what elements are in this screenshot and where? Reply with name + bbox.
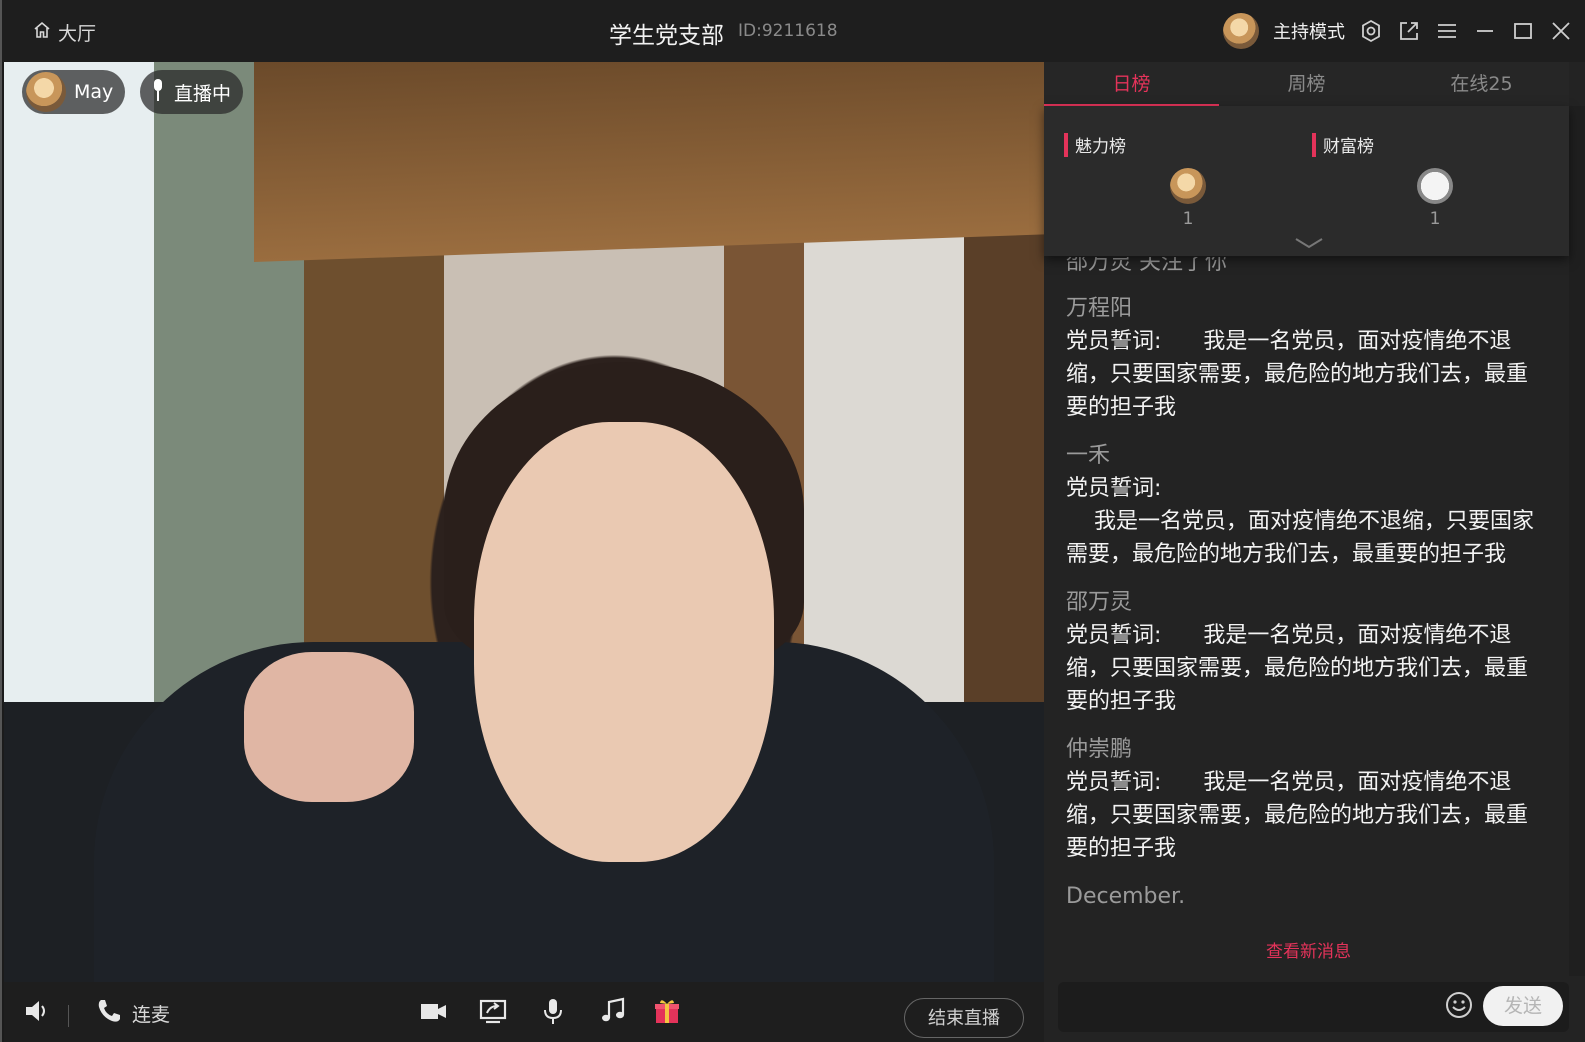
live-status: 直播中 bbox=[174, 82, 232, 105]
minimize-icon[interactable] bbox=[1473, 19, 1497, 43]
charm-ranking-title: 魅力榜 bbox=[1064, 132, 1126, 157]
ranking-tabs: 日榜 周榜 在线25 bbox=[1044, 62, 1569, 106]
system-notice: 邵万灵 关注了你 bbox=[1066, 257, 1227, 275]
list-item: 万程阳 党员誓词: 我是一名党员，面对疫情绝不退缩，只要国家需要，最危险的地方我… bbox=[1044, 293, 1569, 424]
list-item: December. bbox=[1044, 881, 1569, 913]
microphone-icon bbox=[150, 77, 166, 108]
music-note-icon bbox=[598, 996, 628, 1031]
microphone-button[interactable] bbox=[538, 996, 568, 1031]
popout-icon[interactable] bbox=[1397, 19, 1421, 43]
scrollbar[interactable] bbox=[1569, 106, 1585, 976]
message-sender: 邵万灵 bbox=[1066, 590, 1133, 615]
video-fist bbox=[244, 652, 414, 802]
charm-user-avatar bbox=[1170, 168, 1206, 204]
message-sender: December. bbox=[1066, 884, 1186, 909]
host-name: May bbox=[74, 81, 114, 103]
host-mode-label[interactable]: 主持模式 bbox=[1273, 18, 1345, 44]
charm-top-user[interactable]: 1 bbox=[1168, 168, 1208, 229]
gift-button[interactable] bbox=[652, 996, 682, 1031]
video-face bbox=[474, 422, 774, 862]
screen-share-icon bbox=[478, 996, 508, 1031]
host-avatar bbox=[26, 72, 66, 112]
message-text: 党员誓词: 我是一名党员，面对疫情绝不退缩，只要国家需要，最危险的地方我们去，最… bbox=[1066, 329, 1529, 420]
host-chip[interactable]: May bbox=[22, 70, 126, 114]
home-icon bbox=[32, 20, 52, 45]
user-avatar[interactable] bbox=[1223, 13, 1259, 49]
title-bar-controls: 主持模式 bbox=[1223, 12, 1573, 50]
speaker-icon bbox=[22, 996, 52, 1031]
chat-list: 邵万灵 关注了你 万程阳 党员誓词: 我是一名党员，面对疫情绝不退缩，只要国家需… bbox=[1044, 257, 1569, 937]
music-button[interactable] bbox=[598, 996, 628, 1031]
hall-label: 大厅 bbox=[58, 23, 97, 45]
hall-button[interactable]: 大厅 bbox=[32, 19, 96, 46]
room-id: ID:9211618 bbox=[738, 21, 838, 41]
toolbar-divider bbox=[68, 1005, 69, 1027]
send-button[interactable]: 发送 bbox=[1483, 986, 1563, 1026]
gift-icon bbox=[652, 996, 682, 1031]
room-title: 学生党支部 bbox=[609, 23, 724, 49]
live-video: May 直播中 bbox=[4, 62, 1044, 982]
message-sender: 一禾 bbox=[1066, 443, 1111, 468]
list-item: 仲崇鹏 党员誓词: 我是一名党员，面对疫情绝不退缩，只要国家需要，最危险的地方我… bbox=[1044, 734, 1569, 865]
emoji-icon[interactable] bbox=[1444, 990, 1474, 1020]
app-window: 大厅 学生党支部 ID:9211618 主持模式 May 直播中 连麦 结束直播… bbox=[0, 0, 1585, 1042]
message-text: 党员誓词: 我是一名党员，面对疫情绝不退缩，只要国家需要，最危险的地方我们去，最… bbox=[1066, 770, 1529, 861]
phone-icon bbox=[94, 996, 124, 1031]
message-text: 党员誓词: 我是一名党员，面对疫情绝不退缩，只要国家需要，最危险的地方我们去，最… bbox=[1066, 476, 1534, 567]
settings-icon[interactable] bbox=[1359, 19, 1383, 43]
list-item: 邵万灵 关注了你 bbox=[1044, 257, 1569, 279]
title-bar: 大厅 学生党支部 ID:9211618 主持模式 bbox=[2, 0, 1585, 62]
menu-icon[interactable] bbox=[1435, 19, 1459, 43]
charm-count: 1 bbox=[1182, 209, 1194, 229]
list-item: 一禾 党员誓词: 我是一名党员，面对疫情绝不退缩，只要国家需要，最危险的地方我们… bbox=[1044, 440, 1569, 571]
camera-icon bbox=[418, 996, 448, 1031]
maximize-icon[interactable] bbox=[1511, 19, 1535, 43]
ranking-panel: 魅力榜 财富榜 1 1 bbox=[1044, 106, 1569, 256]
wealth-ranking-title: 财富榜 bbox=[1312, 132, 1374, 157]
volume-button[interactable] bbox=[22, 996, 52, 1031]
message-text: 党员誓词: 我是一名党员，面对疫情绝不退缩，只要国家需要，最危险的地方我们去，最… bbox=[1066, 623, 1529, 714]
tab-weekly[interactable]: 周榜 bbox=[1219, 62, 1394, 106]
side-panel: 日榜 周榜 在线25 魅力榜 财富榜 1 1 邵万灵 关注了你 万程阳 党员誓词… bbox=[1044, 62, 1585, 1042]
mic-link-button[interactable]: 连麦 bbox=[94, 996, 170, 1031]
chevron-down-icon[interactable] bbox=[1294, 236, 1324, 250]
camera-button[interactable] bbox=[418, 996, 448, 1031]
live-status-chip: 直播中 bbox=[140, 70, 244, 114]
tab-online[interactable]: 在线25 bbox=[1394, 62, 1569, 106]
list-item: 邵万灵 党员誓词: 我是一名党员，面对疫情绝不退缩，只要国家需要，最危险的地方我… bbox=[1044, 587, 1569, 718]
wealth-top-user[interactable]: 1 bbox=[1415, 168, 1455, 229]
mic-link-label: 连麦 bbox=[132, 1004, 171, 1026]
tab-daily[interactable]: 日榜 bbox=[1044, 62, 1219, 106]
message-sender: 仲崇鹏 bbox=[1066, 737, 1133, 762]
message-sender: 万程阳 bbox=[1066, 296, 1133, 321]
bottom-toolbar: 连麦 bbox=[4, 982, 1044, 1042]
close-icon[interactable] bbox=[1549, 19, 1573, 43]
screen-share-button[interactable] bbox=[478, 996, 508, 1031]
view-new-messages-link[interactable]: 查看新消息 bbox=[1266, 937, 1351, 962]
end-live-button[interactable]: 结束直播 bbox=[904, 998, 1024, 1038]
microphone-icon bbox=[538, 996, 568, 1031]
wealth-user-avatar bbox=[1417, 168, 1453, 204]
wealth-count: 1 bbox=[1429, 209, 1441, 229]
